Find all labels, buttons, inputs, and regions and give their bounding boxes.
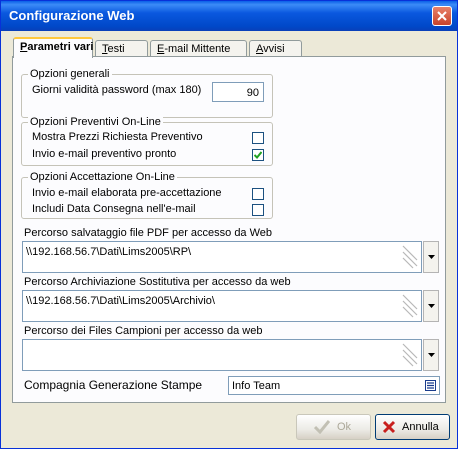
opzioni-accettazione-legend: Opzioni Accettazione On-Line bbox=[28, 171, 177, 183]
resize-grip-icon bbox=[402, 294, 418, 318]
percorso-pdf-dropdown-button[interactable] bbox=[423, 241, 439, 273]
chevron-down-icon bbox=[428, 304, 435, 308]
checkmark-icon bbox=[254, 151, 262, 159]
opzioni-preventivi-group: Opzioni Preventivi On-Line Mostra Prezzi… bbox=[21, 116, 273, 166]
percorso-campioni-input[interactable] bbox=[22, 339, 422, 371]
checkmark-icon bbox=[314, 420, 330, 434]
parametri-vari-panel: Opzioni generali Giorni validità passwor… bbox=[12, 56, 446, 403]
password-days-input[interactable]: 90 bbox=[212, 82, 264, 102]
opzioni-preventivi-legend: Opzioni Preventivi On-Line bbox=[28, 116, 163, 128]
percorso-archiviazione-dropdown-button[interactable] bbox=[423, 290, 439, 322]
mostra-prezzi-label: Mostra Prezzi Richiesta Preventivo bbox=[32, 131, 203, 143]
resize-grip-icon bbox=[402, 343, 418, 367]
password-days-label: Giorni validità password (max 180) bbox=[32, 84, 202, 96]
ok-button[interactable]: Ok bbox=[296, 414, 371, 440]
resize-grip-icon bbox=[402, 245, 418, 269]
close-icon bbox=[437, 11, 447, 21]
invio-email-elaborata-label: Invio e-mail elaborata pre-accettazione bbox=[32, 187, 222, 199]
compagnia-label: Compagnia Generazione Stampe bbox=[24, 378, 203, 392]
tab-avvisi[interactable]: Avvisi bbox=[249, 40, 302, 57]
annulla-button[interactable]: Annulla bbox=[375, 414, 450, 440]
percorso-campioni-dropdown-button[interactable] bbox=[423, 339, 439, 371]
tab-email-mittente[interactable]: E-mail Mittente bbox=[150, 40, 247, 57]
cancel-x-icon bbox=[382, 420, 396, 434]
tab-testi[interactable]: Testi bbox=[95, 40, 148, 57]
opzioni-generali-group: Opzioni generali Giorni validità passwor… bbox=[21, 68, 273, 118]
title-bar[interactable]: Configurazione Web bbox=[1, 1, 457, 31]
percorso-pdf-input[interactable]: \\192.168.56.7\Dati\Lims2005\RP\ bbox=[22, 241, 422, 273]
invio-email-elaborata-checkbox[interactable] bbox=[252, 188, 264, 200]
chevron-down-icon bbox=[428, 353, 435, 357]
list-icon[interactable] bbox=[425, 380, 436, 391]
percorso-archiviazione-input[interactable]: \\192.168.56.7\Dati\Lims2005\Archivio\ bbox=[22, 290, 422, 322]
window-title: Configurazione Web bbox=[9, 8, 135, 23]
compagnia-select[interactable]: Info Team bbox=[228, 376, 440, 395]
mostra-prezzi-checkbox[interactable] bbox=[252, 132, 264, 144]
tab-parametri-vari[interactable]: Parametri vari bbox=[13, 37, 93, 58]
invio-email-preventivo-label: Invio e-mail preventivo pronto bbox=[32, 148, 177, 160]
invio-email-preventivo-checkbox[interactable] bbox=[252, 149, 264, 161]
percorso-campioni-label: Percorso dei Files Campioni per accesso … bbox=[24, 325, 263, 337]
includi-data-consegna-checkbox[interactable] bbox=[252, 204, 264, 216]
percorso-pdf-label: Percorso salvataggio file PDF per access… bbox=[24, 227, 273, 239]
percorso-archiviazione-label: Percorso Archiviazione Sostitutiva per a… bbox=[24, 276, 291, 288]
opzioni-generali-legend: Opzioni generali bbox=[28, 68, 112, 80]
configurazione-web-window: Configurazione Web Parametri vari Testi … bbox=[0, 0, 458, 449]
opzioni-accettazione-group: Opzioni Accettazione On-Line Invio e-mai… bbox=[21, 171, 273, 219]
chevron-down-icon bbox=[428, 255, 435, 259]
close-button[interactable] bbox=[432, 6, 452, 26]
includi-data-consegna-label: Includi Data Consegna nell'e-mail bbox=[32, 203, 196, 215]
